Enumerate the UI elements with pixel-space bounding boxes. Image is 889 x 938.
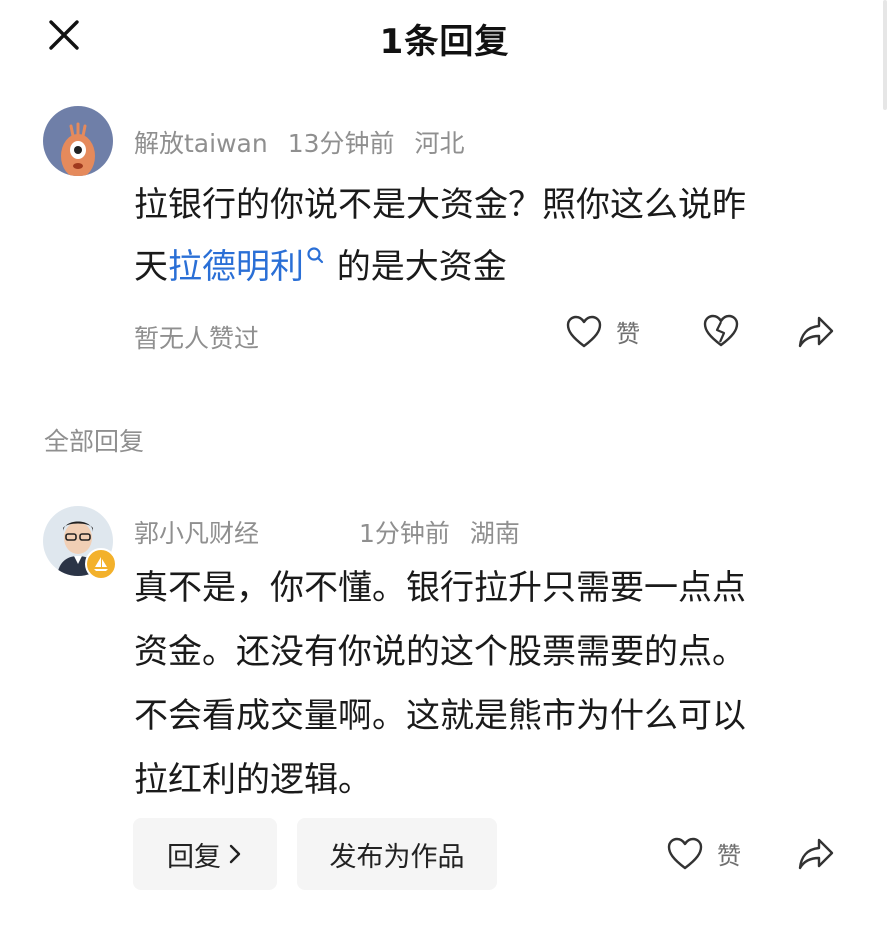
comment-text: 拉银行的你说不是大资金？照你这么说昨 天拉德明利 的是大资金: [134, 174, 834, 298]
reply-text: 真不是，你不懂。银行拉升只需要一点点 资金。还没有你说的这个股票需要的点。 不会…: [134, 556, 834, 812]
reply-line: 拉红利的逻辑。: [134, 760, 372, 800]
scrollbar[interactable]: [883, 0, 887, 110]
comment-line: 天拉德明利 的是大资金: [134, 247, 507, 287]
comment-line: 拉银行的你说不是大资金？照你这么说昨: [134, 185, 746, 225]
publish-as-work-button[interactable]: 发布为作品: [297, 818, 497, 890]
avatar-image: [43, 106, 113, 176]
heart-icon: [566, 315, 602, 347]
reply-meta: 郭小凡财经 1分钟前 湖南: [134, 514, 540, 550]
reply-like-button[interactable]: 赞: [667, 836, 741, 871]
share-arrow-icon: [798, 838, 834, 870]
stock-link[interactable]: 拉德明利: [168, 247, 326, 287]
like-label: 赞: [616, 320, 640, 348]
reply-avatar-wrap[interactable]: [43, 506, 117, 580]
reply-button[interactable]: 回复: [133, 818, 277, 890]
reply-line: 资金。还没有你说的这个股票需要的点。: [134, 632, 746, 672]
avatar[interactable]: [43, 106, 113, 176]
broken-heart-icon: [703, 314, 739, 347]
location: 河北: [414, 129, 465, 158]
verified-badge: [85, 548, 117, 580]
like-label: 赞: [717, 842, 741, 870]
link-search-icon: [307, 247, 324, 264]
chevron-right-icon: [229, 844, 241, 864]
reply-line: 真不是，你不懂。银行拉升只需要一点点: [134, 568, 746, 608]
reply-line: 不会看成交量啊。这就是熊市为什么可以: [134, 696, 746, 736]
location: 湖南: [469, 519, 520, 548]
like-status: 暂无人赞过: [134, 324, 260, 353]
share-arrow-icon: [798, 316, 834, 348]
share-button[interactable]: [797, 314, 835, 350]
timestamp: 13分钟前: [287, 129, 395, 158]
section-label: 全部回复: [44, 427, 145, 456]
comment-meta: 解放taiwan 13分钟前 河北: [134, 124, 485, 160]
like-button[interactable]: 赞: [566, 314, 640, 349]
username[interactable]: 郭小凡财经: [134, 519, 259, 548]
timestamp: 1分钟前: [359, 519, 450, 548]
sailboat-badge-icon: [94, 557, 108, 571]
heart-icon: [667, 837, 703, 869]
username[interactable]: 解放taiwan: [134, 129, 268, 158]
reply-share-button[interactable]: [797, 836, 835, 872]
page-title: 1条回复: [379, 22, 510, 62]
dislike-button[interactable]: [703, 314, 739, 348]
